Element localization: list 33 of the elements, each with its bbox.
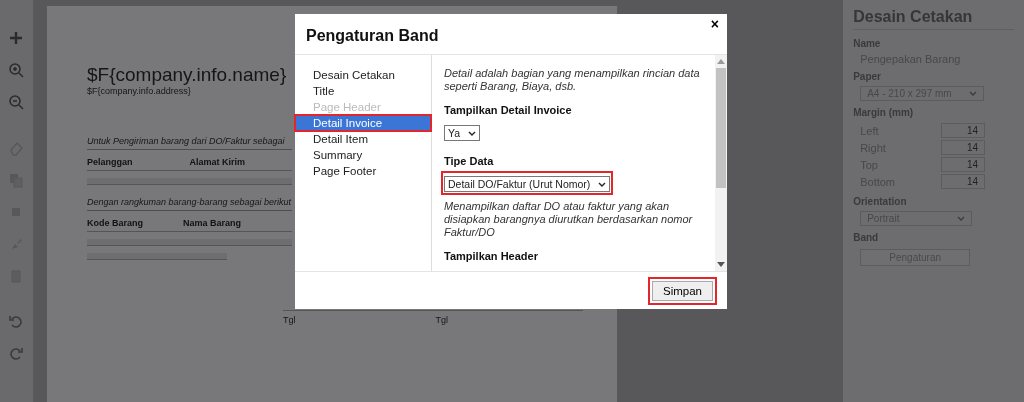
- nav-item[interactable]: Detail Item: [295, 131, 431, 147]
- panel-title: Desain Cetakan: [853, 8, 1014, 30]
- select-dropdown[interactable]: Detail DO/Faktur (Urut Nomor): [441, 171, 614, 195]
- save-button[interactable]: Simpan: [648, 276, 717, 305]
- scrollbar[interactable]: [715, 55, 727, 271]
- dialog-title: Pengaturan Band: [305, 26, 439, 46]
- field-label: Tipe Data: [444, 155, 495, 167]
- caret-icon: [598, 181, 607, 187]
- nav-item[interactable]: Page Footer: [295, 163, 431, 179]
- scroll-up-icon[interactable]: [717, 58, 725, 64]
- help-text: Menampilkan daftar DO atau faktur yang akan disiapkan barangnya diurutkan berdasarkan nomor Faktur/DO: [444, 200, 694, 239]
- caret-icon: [969, 91, 978, 96]
- column-header: Pelanggan: [86, 157, 134, 167]
- nav-item[interactable]: Title: [295, 83, 431, 99]
- column-header: Kode Barang: [86, 218, 144, 228]
- signature-date-label: Tgl: [282, 315, 296, 325]
- field-label: Tampilkan Header: [444, 250, 539, 262]
- nav-item[interactable]: Summary: [295, 147, 431, 163]
- nav-item[interactable]: Desain Cetakan: [295, 67, 431, 83]
- field-label: Tampilkan Detail Invoice: [444, 104, 573, 116]
- signature-date-label: Tgl: [435, 315, 448, 325]
- column-header: Nama Barang: [182, 218, 242, 228]
- scroll-down-icon[interactable]: [717, 262, 725, 268]
- caret-icon: [957, 216, 966, 221]
- nav-item[interactable]: Detail Invoice: [295, 115, 431, 131]
- description-text: Detail adalah bagian yang menampilkan rincian data seperti Barang, Biaya, dsb.: [444, 67, 701, 93]
- column-header: Alamat Kirim: [189, 157, 246, 167]
- caret-icon: [468, 130, 477, 136]
- intro-text: Untuk Pengiriman barang dari DO/Faktur sebagai: [86, 136, 292, 150]
- close-button[interactable]: ×: [702, 15, 727, 33]
- intro-text: Dengan rangkuman barang-barang sebagai berikut: [86, 197, 292, 211]
- company-name: $F{company.info.name}: [86, 64, 287, 86]
- company-address: $F{company.info.address}: [86, 86, 191, 96]
